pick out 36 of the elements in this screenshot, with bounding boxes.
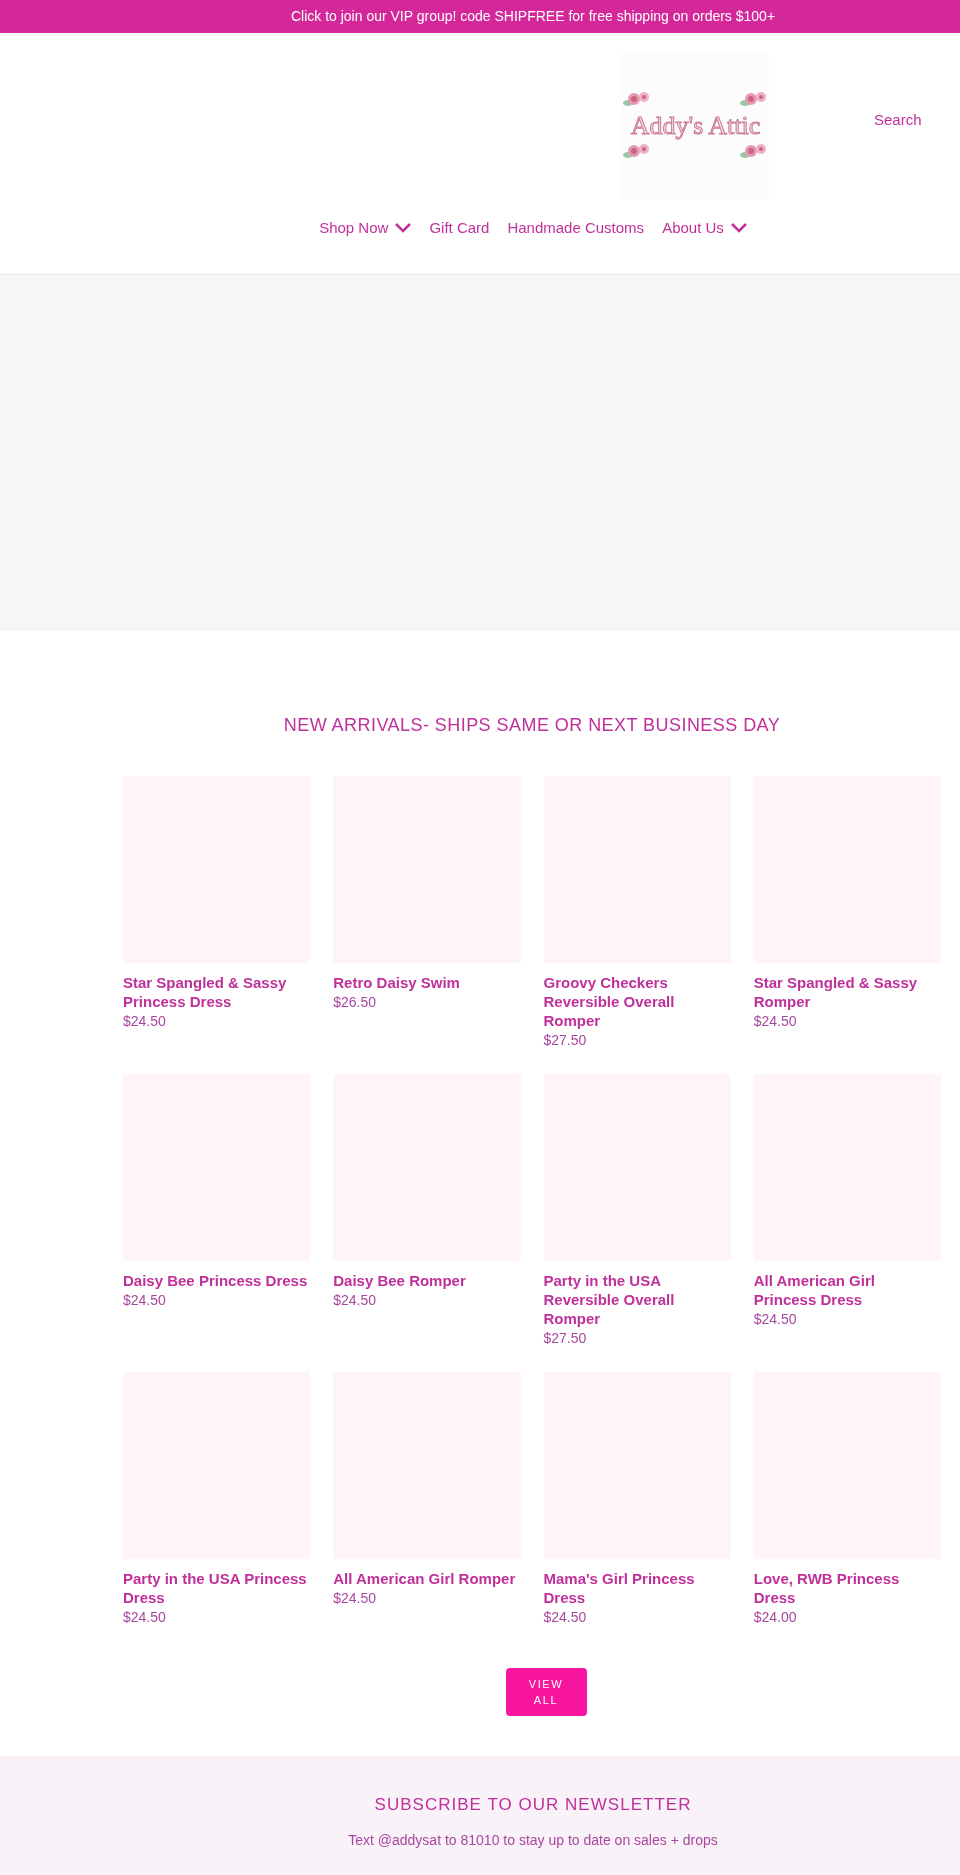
product-price: $24.50 (753, 1310, 798, 1328)
product-price: $24.50 (123, 1291, 167, 1309)
product-title[interactable]: Daisy Bee Romper (333, 1271, 521, 1290)
nav-link[interactable]: Handmade Customs (507, 217, 645, 240)
announcement-text: Click to join our VIP group! code SHIPFREE for free shipping on orders $100+ (290, 7, 776, 26)
nav-link[interactable]: Shop Now (319, 217, 412, 240)
product-price: $24.50 (753, 1012, 798, 1030)
product-price: $24.50 (333, 1589, 378, 1607)
search-link[interactable]: Search (874, 109, 922, 132)
product-title[interactable]: Groovy Checkers Reversible Overall Romper (543, 973, 731, 1030)
product-price: $24.50 (123, 1012, 167, 1030)
product-price: $27.50 (543, 1031, 588, 1049)
logo-text: Addy's Attic (629, 111, 762, 141)
nav-link[interactable]: Gift Card (429, 217, 490, 240)
nav-link[interactable]: About Us (662, 217, 747, 240)
product-title[interactable]: Love, RWB Princess Dress (753, 1569, 941, 1607)
product-title[interactable]: Star Spangled & Sassy Princess Dress (123, 973, 311, 1011)
product-price: $24.00 (753, 1608, 798, 1626)
product-title[interactable]: Retro Daisy Swim (333, 973, 521, 992)
newsletter-title: SUBSCRIBE TO OUR NEWSLETTER (374, 1794, 692, 1816)
product-price: $24.50 (123, 1608, 167, 1626)
product-title[interactable]: All American Girl Princess Dress (753, 1271, 941, 1309)
product-title[interactable]: Mama's Girl Princess Dress (543, 1569, 731, 1607)
view-all-button[interactable]: VIEW ALL (505, 1668, 587, 1716)
product-price: $26.50 (333, 993, 378, 1011)
product-title[interactable]: Star Spangled & Sassy Romper (753, 973, 941, 1011)
product-title[interactable]: Daisy Bee Princess Dress (123, 1271, 311, 1290)
product-price: $24.50 (333, 1291, 378, 1309)
section-title: NEW ARRIVALS- SHIPS SAME OR NEXT BUSINESS DAY (282, 714, 782, 737)
product-title[interactable]: Party in the USA Princess Dress (123, 1569, 311, 1607)
product-title[interactable]: Party in the USA Reversible Overall Romper (543, 1271, 731, 1328)
product-price: $27.50 (543, 1329, 588, 1347)
announcement-bar[interactable]: Click to join our VIP group! code SHIPFREE for free shipping on orders $100+ (0, 0, 960, 33)
product-price: $24.50 (543, 1608, 588, 1626)
newsletter-text: Text @addysat to 81010 to stay up to date on sales + drops (348, 1830, 718, 1850)
product-title[interactable]: All American Girl Romper (333, 1569, 521, 1588)
